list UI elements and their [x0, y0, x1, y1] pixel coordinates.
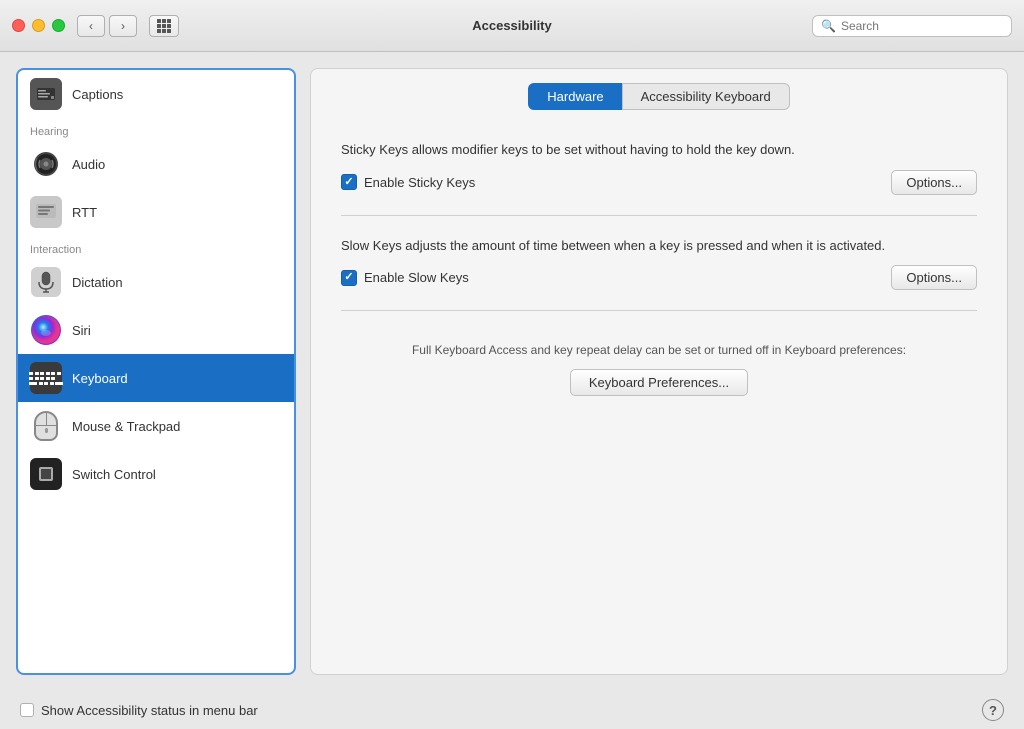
close-button[interactable] — [12, 19, 25, 32]
sidebar-item-label-audio: Audio — [72, 157, 105, 172]
tab-accessibility-keyboard[interactable]: Accessibility Keyboard — [622, 83, 790, 110]
captions-icon — [30, 78, 62, 110]
audio-icon — [30, 148, 62, 180]
sidebar-item-keyboard[interactable]: Keyboard — [18, 354, 294, 402]
search-input[interactable] — [841, 19, 1003, 33]
right-panel: Hardware Accessibility Keyboard Sticky K… — [310, 68, 1008, 675]
main-content: Captions Hearing Audio — [0, 52, 1024, 691]
checkbox-check-icon-2: ✓ — [344, 272, 353, 283]
slow-keys-description: Slow Keys adjusts the amount of time bet… — [341, 236, 977, 256]
sidebar-item-mouse-trackpad[interactable]: Mouse & Trackpad — [18, 402, 294, 450]
sidebar-item-switch-control[interactable]: Switch Control — [18, 450, 294, 498]
panel-box: Hardware Accessibility Keyboard Sticky K… — [310, 68, 1008, 675]
back-button[interactable]: ‹ — [77, 15, 105, 37]
sticky-keys-section: Sticky Keys allows modifier keys to be s… — [341, 140, 977, 195]
switch-control-icon — [30, 458, 62, 490]
navigation-buttons: ‹ › — [77, 15, 137, 37]
bottom-bar: Show Accessibility status in menu bar ? — [0, 691, 1024, 729]
sticky-keys-checkbox[interactable]: ✓ — [341, 174, 357, 190]
rtt-icon — [30, 196, 62, 228]
section-header-interaction: Interaction — [18, 236, 294, 258]
checkbox-check-icon: ✓ — [344, 177, 353, 188]
sidebar: Captions Hearing Audio — [16, 68, 296, 675]
slow-keys-row: ✓ Enable Slow Keys Options... — [341, 265, 977, 290]
sidebar-item-label-keyboard: Keyboard — [72, 371, 128, 386]
minimize-button[interactable] — [32, 19, 45, 32]
dictation-icon — [30, 266, 62, 298]
search-icon: 🔍 — [821, 19, 836, 33]
sidebar-item-audio[interactable]: Audio — [18, 140, 294, 188]
tab-hardware[interactable]: Hardware — [528, 83, 621, 110]
keyboard-icon — [30, 362, 62, 394]
sticky-keys-label: Enable Sticky Keys — [364, 175, 475, 190]
sidebar-item-siri[interactable]: Siri — [18, 306, 294, 354]
sidebar-item-label-captions: Captions — [72, 87, 123, 102]
show-status-label: Show Accessibility status in menu bar — [41, 703, 258, 718]
sticky-keys-row: ✓ Enable Sticky Keys Options... — [341, 170, 977, 195]
sidebar-item-label-switch-control: Switch Control — [72, 467, 156, 482]
maximize-button[interactable] — [52, 19, 65, 32]
sidebar-item-label-dictation: Dictation — [72, 275, 123, 290]
section-header-hearing: Hearing — [18, 118, 294, 140]
mouse-icon — [30, 410, 62, 442]
slow-keys-section: Slow Keys adjusts the amount of time bet… — [341, 236, 977, 291]
titlebar: ‹ › Accessibility 🔍 — [0, 0, 1024, 52]
sticky-keys-options-button[interactable]: Options... — [891, 170, 977, 195]
grid-icon — [157, 19, 171, 33]
sidebar-item-label-siri: Siri — [72, 323, 91, 338]
keyboard-prefs-button[interactable]: Keyboard Preferences... — [570, 369, 748, 396]
forward-button[interactable]: › — [109, 15, 137, 37]
slow-keys-checkbox[interactable]: ✓ — [341, 270, 357, 286]
grid-button[interactable] — [149, 15, 179, 37]
window-title: Accessibility — [472, 18, 552, 33]
keyboard-prefs-section: Full Keyboard Access and key repeat dela… — [341, 331, 977, 406]
search-box[interactable]: 🔍 — [812, 15, 1012, 37]
help-button[interactable]: ? — [982, 699, 1004, 721]
sidebar-item-rtt[interactable]: RTT — [18, 188, 294, 236]
keyboard-prefs-description: Full Keyboard Access and key repeat dela… — [412, 341, 906, 359]
sidebar-item-label-rtt: RTT — [72, 205, 97, 220]
panel-content: Sticky Keys allows modifier keys to be s… — [311, 120, 1007, 674]
slow-keys-options-button[interactable]: Options... — [891, 265, 977, 290]
sidebar-item-dictation[interactable]: Dictation — [18, 258, 294, 306]
divider-2 — [341, 310, 977, 311]
slow-keys-label: Enable Slow Keys — [364, 270, 469, 285]
tabs-row: Hardware Accessibility Keyboard — [311, 69, 1007, 120]
sidebar-item-captions[interactable]: Captions — [18, 70, 294, 118]
divider-1 — [341, 215, 977, 216]
sticky-keys-description: Sticky Keys allows modifier keys to be s… — [341, 140, 977, 160]
sticky-keys-checkbox-row: ✓ Enable Sticky Keys — [341, 174, 475, 190]
show-status-row: Show Accessibility status in menu bar — [20, 703, 258, 718]
traffic-lights — [12, 19, 65, 32]
siri-icon — [30, 314, 62, 346]
show-status-checkbox[interactable] — [20, 703, 34, 717]
slow-keys-checkbox-row: ✓ Enable Slow Keys — [341, 270, 469, 286]
sidebar-item-label-mouse-trackpad: Mouse & Trackpad — [72, 419, 180, 434]
